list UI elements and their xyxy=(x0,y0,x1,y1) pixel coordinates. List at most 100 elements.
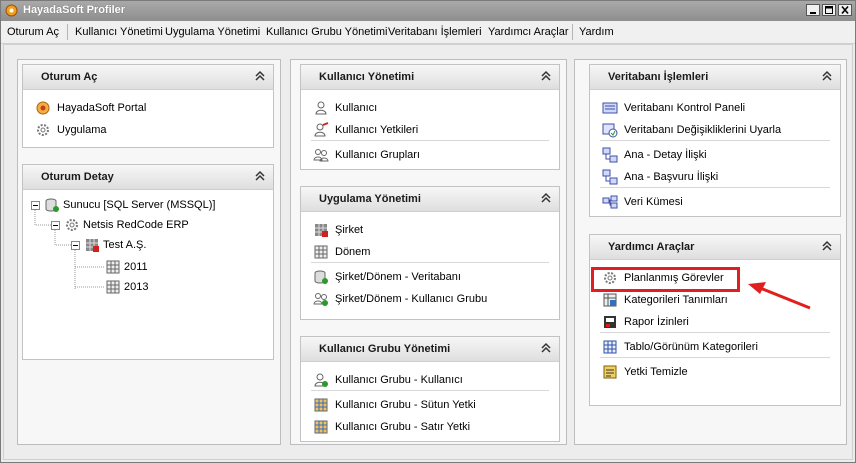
portal-icon xyxy=(36,101,50,115)
db-sync-icon xyxy=(602,123,618,138)
item-rapor-izinleri[interactable]: Rapor İzinleri xyxy=(602,313,689,331)
menu-kullanici-yonetimi[interactable]: Kullanıcı Yönetimi xyxy=(75,26,163,38)
users-add-icon xyxy=(313,293,328,306)
item-kullanici-grubu-kullanici[interactable]: Kullanıcı Grubu - Kullanıcı xyxy=(313,371,463,389)
red-arrow-icon xyxy=(748,282,811,310)
relation-icon xyxy=(602,169,618,185)
item-separator xyxy=(600,140,830,141)
item-kullanici-grubu-sutun-yetki[interactable]: Kullanıcı Grubu - Sütun Yetki xyxy=(313,396,476,414)
item-separator xyxy=(311,390,549,391)
company-icon xyxy=(315,224,328,237)
panel-title: Yardımcı Araçlar xyxy=(608,241,695,253)
panel-header[interactable]: Kullanıcı Yönetimi xyxy=(301,65,559,90)
minimize-icon xyxy=(810,12,816,14)
user-key-icon xyxy=(314,122,329,137)
panel-header[interactable]: Oturum Aç xyxy=(23,65,273,90)
close-icon xyxy=(841,5,849,15)
item-tablo-gorunum-kategorileri[interactable]: Tablo/Görünüm Kategorileri xyxy=(602,338,758,356)
maximize-button[interactable] xyxy=(822,4,836,16)
panel-kullanici-grubu-yonetimi: Kullanıcı Grubu Yönetimi Kullanıcı Grubu… xyxy=(300,336,560,442)
grid-icon xyxy=(106,280,120,294)
panel-title: Kullanıcı Grubu Yönetimi xyxy=(319,343,451,355)
app-logo-icon xyxy=(5,4,18,17)
collapse-icon[interactable] xyxy=(822,70,832,82)
collapse-icon[interactable] xyxy=(255,70,265,82)
tree-node-netsis[interactable]: Netsis RedCode ERP xyxy=(51,216,189,234)
maximize-icon xyxy=(825,6,833,14)
highlight-box xyxy=(591,267,740,292)
menu-oturum-ac[interactable]: Oturum Aç xyxy=(7,26,59,38)
item-kullanici[interactable]: Kullanıcı xyxy=(313,99,377,117)
item-separator xyxy=(600,332,830,333)
menu-kullanici-grubu-yonetimi[interactable]: Kullanıcı Grubu Yönetimi xyxy=(266,26,387,38)
item-sirket[interactable]: Şirket xyxy=(313,221,363,239)
item-separator xyxy=(600,187,830,188)
item-donem[interactable]: Dönem xyxy=(313,243,370,261)
collapse-icon[interactable] xyxy=(255,170,265,182)
item-veritabani-kontrol-paneli[interactable]: Veritabanı Kontrol Paneli xyxy=(602,99,745,117)
column-right: Veritabanı İşlemleri Veritabanı Kontrol … xyxy=(574,59,847,445)
item-hayadasoft-portal[interactable]: HayadaSoft Portal xyxy=(35,99,146,117)
minimize-button[interactable] xyxy=(806,4,820,16)
item-sirket-donem-veritabani[interactable]: Şirket/Dönem - Veritabanı xyxy=(313,268,461,286)
gear-icon xyxy=(37,124,49,136)
item-kullanici-grubu-satir-yetki[interactable]: Kullanıcı Grubu - Satır Yetki xyxy=(313,418,470,436)
tree-node-2013[interactable]: 2013 xyxy=(105,278,148,296)
panel-header[interactable]: Kullanıcı Grubu Yönetimi xyxy=(301,337,559,362)
user-icon xyxy=(315,101,327,115)
tree-expander[interactable] xyxy=(31,200,40,210)
table-icon xyxy=(314,398,328,412)
item-kategorileri-tanimlari[interactable]: Kategorileri Tanımları xyxy=(602,291,728,309)
collapse-icon[interactable] xyxy=(822,240,832,252)
item-yetki-temizle[interactable]: Yetki Temizle xyxy=(602,363,688,381)
collapse-icon[interactable] xyxy=(541,342,551,354)
close-button[interactable] xyxy=(838,4,852,16)
control-panel-icon xyxy=(602,102,618,114)
tree-node-2011[interactable]: 2011 xyxy=(105,258,148,276)
tree-expander[interactable] xyxy=(71,240,80,250)
panel-kullanici-yonetimi: Kullanıcı Yönetimi Kullanıcı Kullanıcı Y… xyxy=(300,64,560,170)
window-title: HayadaSoft Profiler xyxy=(23,4,126,16)
title-bar[interactable]: HayadaSoft Profiler xyxy=(1,1,855,21)
company-icon xyxy=(86,239,99,252)
main-content: Oturum Aç HayadaSoft Portal Uygulama Otu… xyxy=(3,44,853,460)
menu-veritabani-islemleri[interactable]: Veritabanı İşlemleri xyxy=(388,26,482,38)
tree-node-test-as[interactable]: Test A.Ş. xyxy=(71,236,146,254)
tree-expander[interactable] xyxy=(51,220,60,230)
table-icon xyxy=(314,420,328,434)
collapse-icon[interactable] xyxy=(541,192,551,204)
menu-yardim[interactable]: Yardım xyxy=(579,26,614,38)
item-sirket-donem-kullanici-grubu[interactable]: Şirket/Dönem - Kullanıcı Grubu xyxy=(313,290,487,308)
panel-header[interactable]: Uygulama Yönetimi xyxy=(301,187,559,212)
column-middle: Kullanıcı Yönetimi Kullanıcı Kullanıcı Y… xyxy=(290,59,567,445)
panel-oturum-ac: Oturum Aç HayadaSoft Portal Uygulama xyxy=(22,64,274,148)
item-uygulama[interactable]: Uygulama xyxy=(35,121,107,139)
panel-header[interactable]: Veritabanı İşlemleri xyxy=(590,65,840,90)
report-icon xyxy=(604,316,616,328)
database-icon xyxy=(45,198,59,212)
grid-icon xyxy=(106,260,120,274)
panel-yardimci-araclar: Yardımcı Araçlar Planlanmış Görevler Kat… xyxy=(589,234,841,406)
item-veri-kumesi[interactable]: Veri Kümesi xyxy=(602,193,683,211)
item-kullanici-yetkileri[interactable]: Kullanıcı Yetkileri xyxy=(313,121,418,139)
panel-veritabani-islemleri: Veritabanı İşlemleri Veritabanı Kontrol … xyxy=(589,64,841,217)
menu-yardimci-araclar[interactable]: Yardımcı Araçlar xyxy=(488,26,569,38)
item-ana-detay-iliski[interactable]: Ana - Detay İlişki xyxy=(602,146,707,164)
item-veritabani-degisikliklerini-uyarla[interactable]: Veritabanı Değişikliklerini Uyarla xyxy=(602,121,781,139)
item-ana-basvuru-iliski[interactable]: Ana - Başvuru İlişki xyxy=(602,168,718,186)
menu-uygulama-yonetimi[interactable]: Uygulama Yönetimi xyxy=(165,26,260,38)
item-kullanici-gruplari[interactable]: Kullanıcı Grupları xyxy=(313,146,420,164)
dataset-icon xyxy=(602,195,618,209)
panel-header[interactable]: Oturum Detay xyxy=(23,165,273,190)
collapse-icon[interactable] xyxy=(541,70,551,82)
grid-icon xyxy=(603,340,617,354)
panel-title: Veritabanı İşlemleri xyxy=(608,71,709,83)
clean-icon xyxy=(603,365,617,379)
category-icon xyxy=(603,293,617,307)
panel-uygulama-yonetimi: Uygulama Yönetimi Şirket Dönem Şirket/Dö… xyxy=(300,186,560,320)
panel-oturum-detay: Oturum Detay Sunucu [SQL Server (MSSQL)]… xyxy=(22,164,274,360)
item-separator xyxy=(311,262,549,263)
menu-separator xyxy=(67,24,68,40)
tree-node-sunucu[interactable]: Sunucu [SQL Server (MSSQL)] xyxy=(31,196,215,214)
panel-header[interactable]: Yardımcı Araçlar xyxy=(590,235,840,260)
